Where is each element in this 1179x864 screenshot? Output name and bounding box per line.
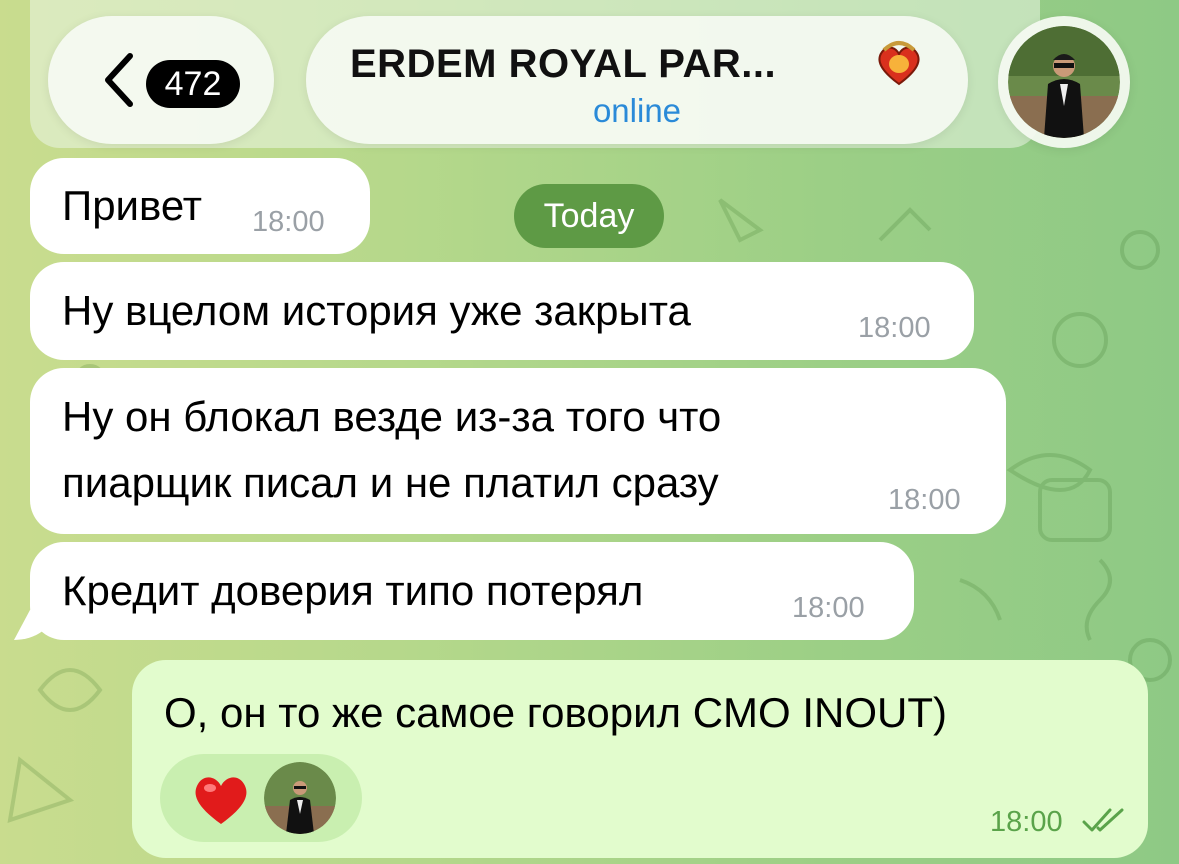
message-time: 18:00: [858, 312, 931, 344]
message-time: 18:00: [252, 206, 325, 238]
message-bubble-incoming[interactable]: Привет 18:00: [30, 158, 370, 254]
message-text: Привет: [62, 182, 203, 229]
date-separator: Today: [514, 184, 664, 248]
chat-status: online: [592, 92, 682, 129]
message-time: 18:00: [888, 484, 961, 516]
message-bubble-incoming[interactable]: Ну он блокал везде из-за того что пиарщи…: [30, 368, 1006, 534]
message-bubble-incoming[interactable]: Кредит доверия типо потерял 18:00: [30, 542, 914, 640]
heart-emoji-status-icon: [878, 41, 920, 86]
message-text-line: Ну он блокал везде из-за того что: [62, 393, 722, 440]
message-text: О, он то же самое говорил CMO INOUT): [164, 689, 948, 736]
reactor-avatar: [264, 762, 336, 834]
message-bubble-outgoing[interactable]: О, он то же самое говорил CMO INOUT) 18:…: [132, 660, 1148, 858]
unread-count-badge: 472: [146, 60, 240, 108]
message-time: 18:00: [990, 806, 1063, 838]
chat-title-bar[interactable]: ERDEM ROYAL PAR... online: [306, 16, 968, 144]
avatar-photo: [1008, 26, 1120, 138]
chevron-left-icon: [105, 53, 133, 107]
avatar[interactable]: [998, 16, 1130, 148]
chat-title: ERDEM ROYAL PAR...: [350, 42, 777, 86]
heart-icon: [195, 777, 247, 824]
message-time: 18:00: [792, 592, 865, 624]
message-text: Кредит доверия типо потерял: [62, 567, 644, 614]
back-button[interactable]: 472: [48, 16, 274, 144]
message-text: Ну вцелом история уже закрыта: [62, 287, 691, 334]
reaction-chip[interactable]: [160, 754, 362, 842]
message-bubble-incoming[interactable]: Ну вцелом история уже закрыта 18:00: [30, 262, 974, 360]
message-text-line: пиарщик писал и не платил сразу: [62, 459, 719, 506]
double-check-icon: [1082, 808, 1124, 832]
